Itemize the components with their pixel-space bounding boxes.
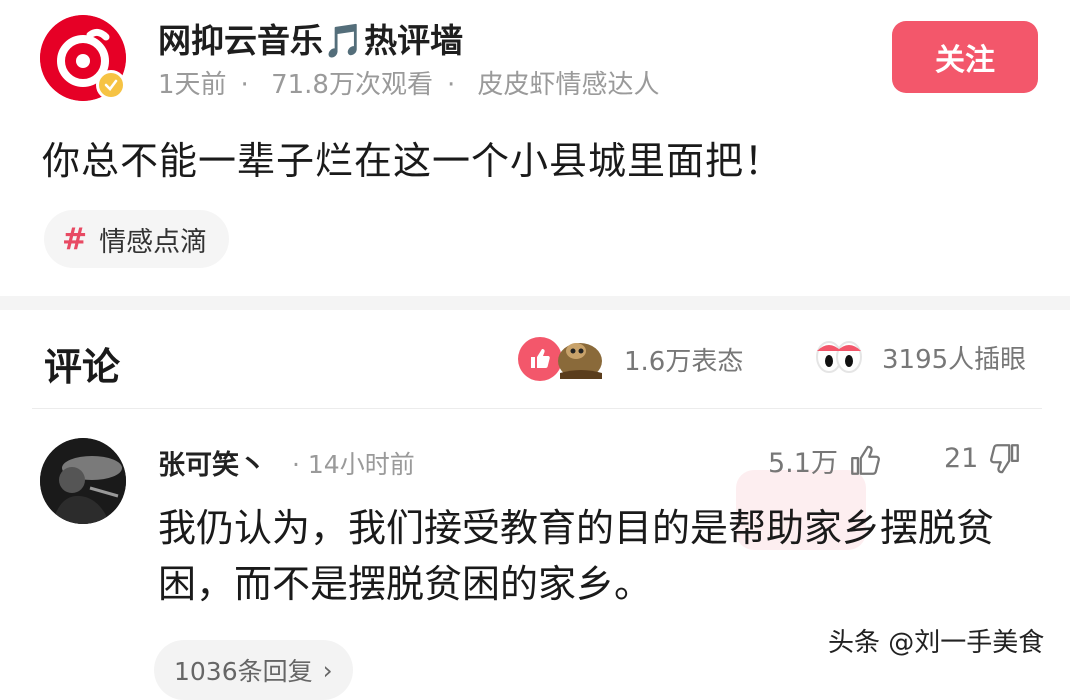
comment-text: 我仍认为，我们接受教育的目的是帮助家乡摆脱贫困，而不是摆脱贫困的家乡。 xyxy=(158,506,995,606)
post-text: 你总不能一辈子烂在这一个小县城里面把！ xyxy=(42,139,784,183)
follow-button[interactable]: 关注 xyxy=(892,21,1038,93)
watermark: 头条 @刘一手美食 xyxy=(828,628,1045,658)
eyes-count: 3195人插眼 xyxy=(882,344,1027,375)
chevron-right-icon: › xyxy=(322,655,333,685)
post-meta: 1天前 · 71.8万次观看 · 皮皮虾情感达人 xyxy=(158,64,674,101)
comment-dislike-count: 21 xyxy=(944,442,979,474)
post-source[interactable]: 皮皮虾情感达人 xyxy=(478,70,660,100)
thumbs-up-icon xyxy=(851,445,880,475)
reactions-count: 1.6万表态 xyxy=(624,346,744,377)
comment-time: · 14小时前 xyxy=(292,450,415,479)
comments-divider xyxy=(32,408,1042,409)
replies-count: 1036条回复 xyxy=(174,657,313,686)
thumbs-down-icon xyxy=(990,444,1020,474)
meta-separator: · xyxy=(446,70,456,100)
section-divider xyxy=(0,296,1070,310)
verified-badge-icon xyxy=(96,70,126,100)
potato-emoji-icon xyxy=(558,343,602,379)
comment-like-count: 5.1万 xyxy=(768,448,838,479)
eyes-icon xyxy=(816,341,862,373)
reactions-summary[interactable]: 1.6万表态 xyxy=(518,337,743,381)
avatar-photo xyxy=(40,438,126,524)
commenter-avatar[interactable] xyxy=(40,438,126,524)
post-time: 1天前 xyxy=(158,70,227,100)
comments-title: 评论 xyxy=(44,345,121,389)
post-views: 71.8万次观看 xyxy=(271,70,433,100)
topic-tag-chip[interactable]: # 情感点滴 xyxy=(44,210,230,268)
eyes-summary[interactable]: 3195人插眼 xyxy=(814,337,1026,377)
commenter-name[interactable]: 张可笑丶 xyxy=(158,443,266,482)
comment-dislike-button[interactable]: 21 xyxy=(944,441,1022,475)
meta-separator: · xyxy=(240,70,249,100)
topic-tag-label: 情感点滴 xyxy=(99,226,208,258)
view-replies-button[interactable]: 1036条回复 › xyxy=(154,640,353,700)
hashtag-icon: # xyxy=(62,221,88,257)
post-author-name[interactable]: 网抑云音乐🎵热评墙 xyxy=(158,14,463,62)
comment-like-button[interactable]: 5.1万 xyxy=(768,441,882,480)
